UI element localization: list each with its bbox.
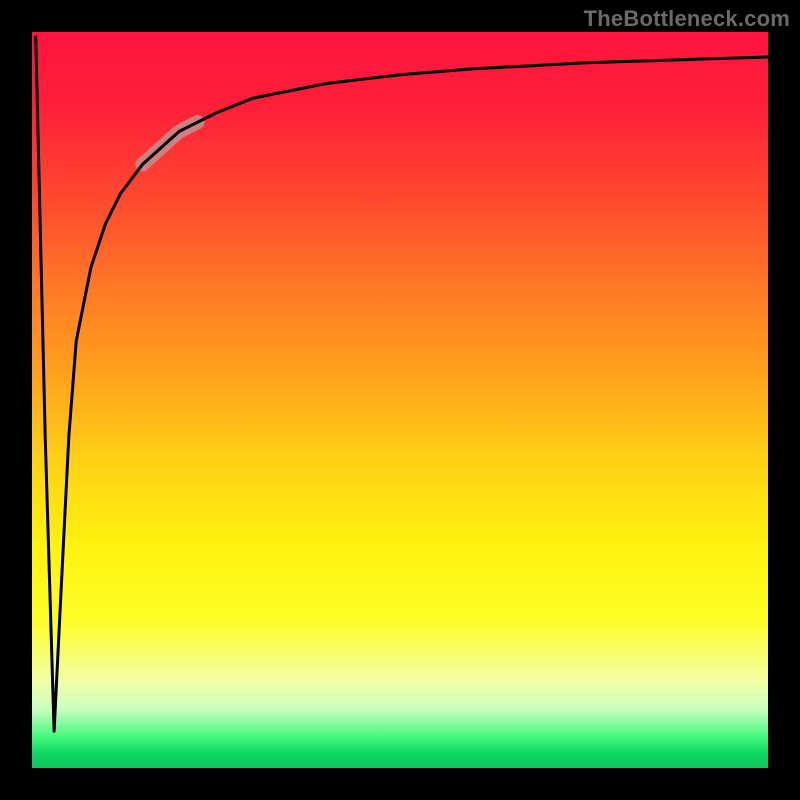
main-curve xyxy=(36,36,768,732)
chart-frame: TheBottleneck.com xyxy=(0,0,800,800)
watermark-text: TheBottleneck.com xyxy=(584,6,790,32)
curve-layer xyxy=(32,32,768,768)
plot-area xyxy=(32,32,768,768)
